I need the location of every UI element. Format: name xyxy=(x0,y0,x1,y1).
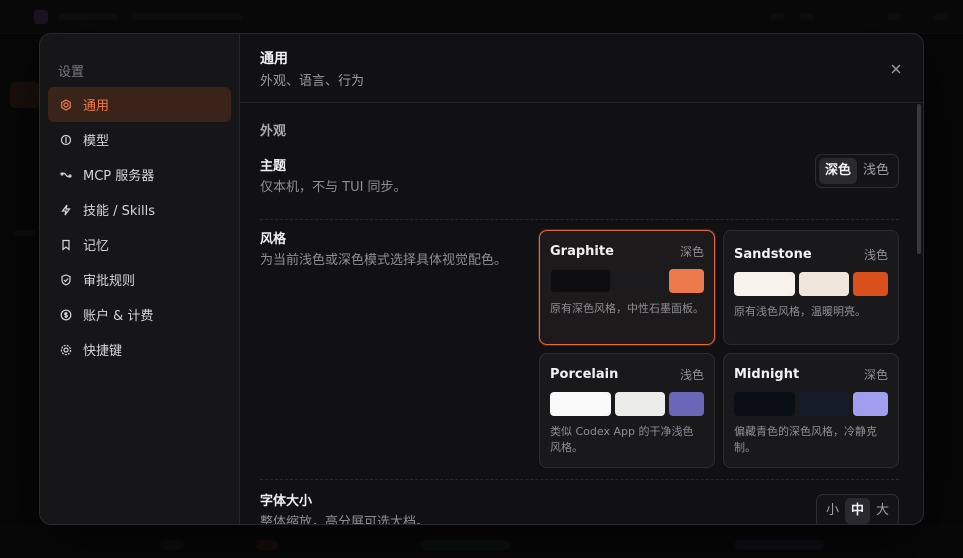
sidebar-item-label: 通用 xyxy=(83,99,110,114)
sidebar-item-memory[interactable]: 记忆 xyxy=(48,227,231,262)
theme-desc: 仅本机，不与 TUI 同步。 xyxy=(260,180,407,195)
settings-modal: 设置 通用 模型 MCP 服务器 技能 / Skills 记忆 审批规则 账户 … xyxy=(39,33,924,525)
font-size-option-large[interactable]: 大 xyxy=(870,498,895,524)
card-name: Porcelain xyxy=(550,366,619,382)
font-size-desc: 整体缩放，高分屏可选大档。 xyxy=(260,515,430,524)
swatch-base xyxy=(550,269,611,293)
settings-header: 通用 外观、语言、行为 xyxy=(240,34,923,103)
font-size-toggle: 小 中 大 xyxy=(815,494,899,524)
close-button[interactable] xyxy=(889,62,903,76)
card-mode: 浅色 xyxy=(679,367,704,382)
swatch-accent xyxy=(669,269,704,293)
color-swatches xyxy=(550,269,704,293)
bookmark-icon xyxy=(60,239,72,251)
sidebar-item-billing[interactable]: 账户 & 计费 xyxy=(48,297,231,332)
sidebar-item-label: 技能 / Skills xyxy=(83,204,156,219)
dollar-icon xyxy=(60,309,72,321)
close-icon xyxy=(891,64,901,74)
swatch-surface xyxy=(799,392,849,416)
style-row: 风格 为当前浅色或深色模式选择具体视觉配色。 Graphite 深色 原有深色风… xyxy=(260,220,899,480)
settings-content: 外观 主题 仅本机，不与 TUI 同步。 深色 浅色 风格 为当前浅色或深色模式… xyxy=(240,103,923,524)
sidebar-item-label: 记忆 xyxy=(83,239,110,254)
card-name: Midnight xyxy=(734,366,800,382)
sidebar-item-label: 账户 & 计费 xyxy=(83,309,154,324)
swatch-base xyxy=(734,392,795,416)
theme-label: 主题 xyxy=(260,159,287,174)
settings-main: 通用 外观、语言、行为 外观 主题 仅本机，不与 TUI 同步。 深色 浅色 风… xyxy=(240,34,923,524)
sidebar-item-shortcuts[interactable]: 快捷键 xyxy=(48,332,231,367)
color-swatches xyxy=(550,392,704,416)
sidebar-item-skills[interactable]: 技能 / Skills xyxy=(48,192,231,227)
section-title-appearance: 外观 xyxy=(260,124,287,139)
style-cards: Graphite 深色 原有深色风格，中性石墨面板。 Sandstone 浅色 … xyxy=(539,230,899,470)
card-desc: 偏藏青色的深色风格，冷静克制。 xyxy=(734,425,877,454)
sidebar-item-general[interactable]: 通用 xyxy=(48,87,231,122)
style-card-midnight[interactable]: Midnight 深色 偏藏青色的深色风格，冷静克制。 xyxy=(723,353,899,468)
font-size-row: 字体大小 整体缩放，高分屏可选大档。 小 中 大 xyxy=(260,480,899,524)
theme-toggle: 深色 浅色 xyxy=(814,154,899,188)
style-card-graphite[interactable]: Graphite 深色 原有深色风格，中性石墨面板。 xyxy=(539,230,715,345)
sidebar-item-model[interactable]: 模型 xyxy=(48,122,231,157)
card-desc: 类似 Codex App 的干净浅色风格。 xyxy=(550,425,694,454)
sidebar-item-label: 模型 xyxy=(83,134,110,149)
settings-sidebar: 设置 通用 模型 MCP 服务器 技能 / Skills 记忆 审批规则 账户 … xyxy=(40,34,240,524)
style-card-porcelain[interactable]: Porcelain 浅色 类似 Codex App 的干净浅色风格。 xyxy=(539,353,715,468)
bolt-icon xyxy=(60,204,72,216)
style-desc: 为当前浅色或深色模式选择具体视觉配色。 xyxy=(260,253,508,268)
font-size-label: 字体大小 xyxy=(260,494,313,509)
sidebar-item-mcp[interactable]: MCP 服务器 xyxy=(48,157,231,192)
page-title: 通用 xyxy=(260,51,288,67)
font-size-option-small[interactable]: 小 xyxy=(820,498,845,524)
sidebar-heading: 设置 xyxy=(58,65,85,80)
sidebar-item-label: 审批规则 xyxy=(83,274,136,289)
color-swatches xyxy=(734,272,888,296)
theme-row: 主题 仅本机，不与 TUI 同步。 深色 浅色 xyxy=(260,154,899,220)
style-label: 风格 xyxy=(260,232,287,247)
plug-icon xyxy=(60,169,72,181)
swatch-surface xyxy=(615,392,665,416)
page-subtitle: 外观、语言、行为 xyxy=(260,74,365,89)
gear-icon xyxy=(60,98,72,111)
style-text: 风格 为当前浅色或深色模式选择具体视觉配色。 xyxy=(260,232,510,270)
card-name: Sandstone xyxy=(734,246,812,262)
sidebar-item-approval[interactable]: 审批规则 xyxy=(48,262,231,297)
model-icon xyxy=(60,134,72,146)
theme-option-dark[interactable]: 深色 xyxy=(818,158,857,184)
color-swatches xyxy=(734,392,888,416)
swatch-accent xyxy=(669,392,704,416)
swatch-surface xyxy=(615,269,665,293)
swatch-surface xyxy=(799,272,849,296)
sidebar-item-label: 快捷键 xyxy=(83,344,123,359)
content-scrollbar[interactable] xyxy=(917,104,921,254)
card-desc: 原有深色风格，中性石墨面板。 xyxy=(550,302,704,315)
shield-icon xyxy=(60,273,72,286)
style-card-sandstone[interactable]: Sandstone 浅色 原有浅色风格，温暖明亮。 xyxy=(723,230,899,345)
swatch-accent xyxy=(853,392,888,416)
swatch-base xyxy=(734,272,795,296)
swatch-accent xyxy=(853,272,888,296)
sidebar-item-label: MCP 服务器 xyxy=(83,169,155,184)
card-mode: 浅色 xyxy=(863,247,888,262)
card-name: Graphite xyxy=(550,243,614,259)
font-size-option-medium[interactable]: 中 xyxy=(844,498,870,524)
card-mode: 深色 xyxy=(863,367,888,382)
keyboard-icon xyxy=(60,344,72,356)
swatch-base xyxy=(550,392,611,416)
card-mode: 深色 xyxy=(679,244,704,259)
theme-option-light[interactable]: 浅色 xyxy=(857,158,895,184)
card-desc: 原有浅色风格，温暖明亮。 xyxy=(734,305,866,318)
